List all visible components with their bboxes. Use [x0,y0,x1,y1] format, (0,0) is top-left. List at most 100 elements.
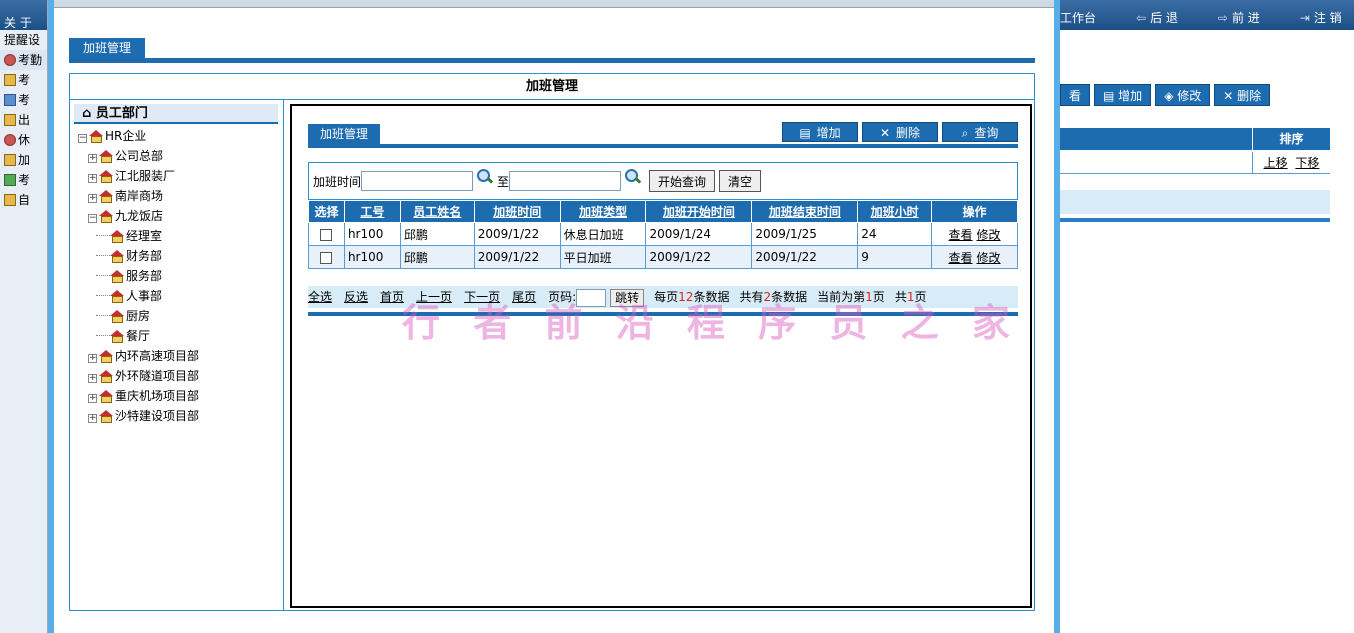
background-left-item[interactable]: 加 [0,150,47,170]
nav-label: 注 销 [1313,11,1342,25]
background-left-item[interactable]: 自 [0,190,47,210]
expand-icon[interactable]: + [88,354,97,363]
tree-connector [96,275,110,276]
edit-link[interactable]: 修改 [977,251,1001,265]
start-date-input[interactable] [361,171,474,191]
background-left-item[interactable]: 考 [0,170,47,190]
home-icon [110,290,124,303]
column-header-id[interactable]: 工号 [343,200,401,223]
collapse-icon[interactable]: − [88,214,97,223]
tree-node-root[interactable]: − HR企业 [78,126,199,146]
nav-forward[interactable]: ⇨ 前 进 [1218,9,1280,26]
tree-node[interactable]: + 内环高速项目部 [78,346,199,366]
delete-button[interactable]: ✕ 删除 [862,122,938,142]
nav-label: 后 退 [1150,11,1178,25]
tree-node-label: 重庆机场项目部 [115,389,200,403]
current-suffix: 页 [872,290,885,304]
background-left-item[interactable]: 休 [0,130,47,150]
column-header-type[interactable]: 加班类型 [559,200,647,223]
tree-node[interactable]: 餐厅 [78,326,199,346]
query-button[interactable]: ⌕ 查询 [942,122,1018,142]
expand-icon[interactable]: + [88,414,97,423]
background-left-item[interactable]: 考 [0,70,47,90]
home-icon [110,330,124,343]
column-header-end[interactable]: 加班结束时间 [751,200,859,223]
hours-cell: 9 [857,245,933,269]
expand-icon[interactable]: + [88,374,97,383]
tree-node[interactable]: 厨房 [78,306,199,326]
expand-icon[interactable]: + [88,154,97,163]
start-search-button[interactable]: 开始查询 [649,170,716,192]
start-date-search-icon[interactable] [477,169,493,185]
pager-underline [308,312,1018,316]
background-left-item[interactable]: 出 [0,110,47,130]
prev-page-link[interactable]: 上一页 [416,290,452,304]
background-left-item[interactable]: 考 [0,90,47,110]
collapse-icon[interactable]: − [78,134,87,143]
background-edit-button[interactable]: ◈ 修改 [1155,84,1211,106]
button-label: 看 [1069,89,1082,103]
end-cell: 2009/1/22 [751,245,859,269]
add-button[interactable]: ▤ 增加 [782,122,858,142]
row-checkbox[interactable] [320,228,333,241]
column-header-start[interactable]: 加班开始时间 [645,200,753,223]
tree-node[interactable]: + 公司总部 [78,146,199,166]
next-page-link[interactable]: 下一页 [464,290,500,304]
background-left-item[interactable]: 提醒设 [0,30,47,50]
tree-node[interactable]: + 江北服装厂 [78,166,199,186]
tree-node[interactable]: − 九龙饭店 [78,206,199,226]
home-icon [110,230,124,243]
column-header-date[interactable]: 加班时间 [473,200,561,223]
content-tab: 加班管理 [308,124,381,144]
tree-node[interactable]: 经理室 [78,226,199,246]
background-left-item-label: 考 [18,73,31,87]
view-link[interactable]: 查看 [949,251,973,265]
select-all-link[interactable]: 全选 [308,290,332,304]
background-left-item[interactable]: 考勤 [0,50,47,70]
tree-node[interactable]: + 外环隧道项目部 [78,366,199,386]
nav-back[interactable]: ⇦ 后 退 [1136,9,1198,26]
background-table-header: 排序 [1060,128,1330,150]
clear-button[interactable]: 清空 [719,170,762,192]
end-date-input[interactable] [509,171,622,191]
background-delete-button[interactable]: ✕ 删除 [1214,84,1271,106]
nav-logout[interactable]: ⇥ 注 销 [1300,9,1354,26]
background-left-sidebar: 关 于 提醒设 考勤 考 考 出 休 加 考 自 [0,0,48,633]
end-date-search-icon[interactable] [625,169,641,185]
background-top-nav: 工作台 ⇦ 后 退 ⇨ 前 进 ⇥ 注 销 [1060,0,1354,30]
row-checkbox[interactable] [320,251,333,264]
nav-workbench[interactable]: 工作台 [1060,9,1116,26]
tree-node[interactable]: 财务部 [78,246,199,266]
folder-icon [4,154,16,166]
tree-node[interactable]: 服务部 [78,266,199,286]
type-cell: 休息日加班 [559,222,647,246]
column-header-hours[interactable]: 加班小时 [857,200,933,223]
invert-selection-link[interactable]: 反选 [344,290,368,304]
tree-node[interactable]: + 重庆机场项目部 [78,386,199,406]
move-up-link[interactable]: 上移 [1264,156,1288,170]
background-view-button[interactable]: 看 [1060,84,1091,106]
tree-node[interactable]: + 沙特建设项目部 [78,406,199,426]
move-down-link[interactable]: 下移 [1295,156,1319,170]
expand-icon[interactable]: + [88,394,97,403]
expand-icon[interactable]: + [88,174,97,183]
last-page-link[interactable]: 尾页 [512,290,536,304]
jump-button[interactable]: 跳转 [610,288,645,307]
tree-node[interactable]: 人事部 [78,286,199,306]
background-add-button[interactable]: ▤ 增加 [1094,84,1152,106]
page-number-input[interactable] [576,288,607,307]
first-page-link[interactable]: 首页 [380,290,404,304]
select-cell [308,245,345,269]
current-page: 1 [865,290,873,304]
view-link[interactable]: 查看 [949,228,973,242]
per-page-suffix: 条数据 [693,290,730,304]
background-divider [1060,218,1330,222]
start-cell: 2009/1/22 [645,245,753,269]
column-header-name[interactable]: 员工姓名 [399,200,475,223]
column-header-actions: 操作 [931,200,1018,223]
edit-link[interactable]: 修改 [977,228,1001,242]
select-cell [308,222,345,246]
background-left-item-label: 出 [18,113,31,127]
expand-icon[interactable]: + [88,194,97,203]
tree-node[interactable]: + 南岸商场 [78,186,199,206]
